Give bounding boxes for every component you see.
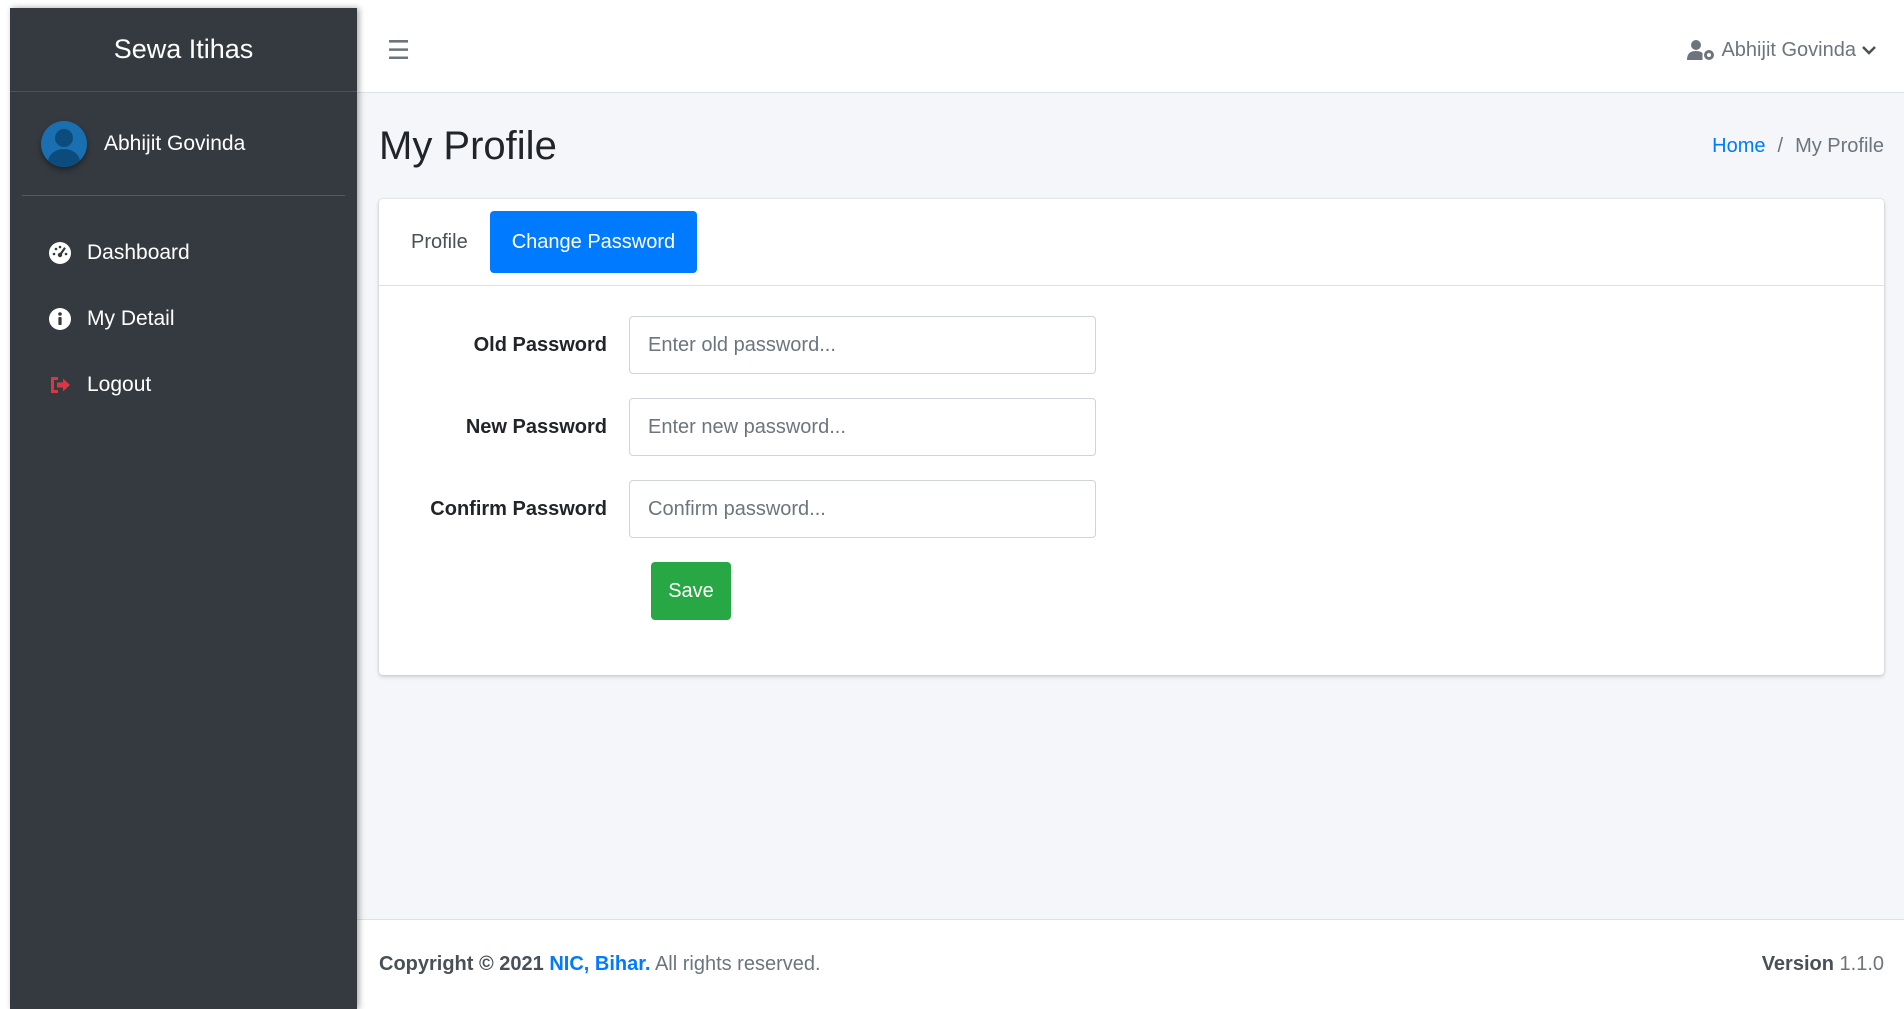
info-circle-icon xyxy=(47,306,73,332)
chevron-down-icon xyxy=(1862,42,1876,58)
confirm-password-row: Confirm Password xyxy=(379,480,1884,538)
brand-title[interactable]: Sewa Itihas xyxy=(10,8,357,92)
sidebar-item-dashboard[interactable]: Dashboard xyxy=(10,220,357,286)
sidebar-item-label: Logout xyxy=(87,373,152,396)
user-menu-dropdown[interactable]: Abhijit Govinda xyxy=(1687,39,1876,62)
confirm-password-label: Confirm Password xyxy=(430,497,607,520)
sidebar-item-my-detail[interactable]: My Detail xyxy=(10,286,357,352)
user-cog-icon xyxy=(1687,39,1717,61)
new-password-row: New Password xyxy=(379,398,1884,456)
change-password-form: Old Password New Password Confirm Passwo… xyxy=(379,286,1884,620)
sidebar: Sewa Itihas Abhijit Govinda Dashboard My… xyxy=(10,8,357,1009)
breadcrumb-separator: / xyxy=(1777,134,1784,157)
save-button[interactable]: Save xyxy=(651,562,731,620)
hamburger-icon[interactable]: ☰ xyxy=(387,35,410,66)
profile-card: Profile Change Password Old Password New… xyxy=(379,199,1884,675)
tab-change-password[interactable]: Change Password xyxy=(489,211,698,273)
breadcrumb-current: My Profile xyxy=(1795,134,1884,157)
content-header: My Profile Home / My Profile xyxy=(357,93,1904,199)
page-title: My Profile xyxy=(379,123,557,168)
sidebar-item-logout[interactable]: Logout xyxy=(10,352,357,418)
version-value: 1.1.0 xyxy=(1839,953,1884,975)
sidebar-nav: Dashboard My Detail Logout xyxy=(10,196,357,418)
new-password-input[interactable] xyxy=(629,398,1096,456)
avatar xyxy=(41,120,87,167)
topbar: ☰ Abhijit Govinda xyxy=(357,8,1904,93)
breadcrumb-home-link[interactable]: Home xyxy=(1712,135,1765,158)
old-password-input[interactable] xyxy=(629,316,1096,374)
tab-profile[interactable]: Profile xyxy=(389,211,490,273)
old-password-row: Old Password xyxy=(379,316,1884,374)
sidebar-item-label: My Detail xyxy=(87,307,175,330)
tachometer-icon xyxy=(47,240,73,266)
copyright-rights: All rights reserved. xyxy=(654,953,821,975)
new-password-label: New Password xyxy=(465,415,607,438)
breadcrumb: Home / My Profile xyxy=(1712,135,1884,158)
tab-bar: Profile Change Password xyxy=(379,199,1884,286)
copyright: Copyright © 2021 NIC, Bihar. All rights … xyxy=(379,953,821,976)
user-menu-label: Abhijit Govinda xyxy=(1721,38,1856,61)
old-password-label: Old Password xyxy=(473,333,607,356)
sign-out-icon xyxy=(47,372,73,398)
confirm-password-input[interactable] xyxy=(629,480,1096,538)
user-panel: Abhijit Govinda xyxy=(22,92,345,196)
footer: Copyright © 2021 NIC, Bihar. All rights … xyxy=(357,919,1904,1009)
sidebar-item-label: Dashboard xyxy=(87,241,190,264)
org-link[interactable]: NIC, Bihar. xyxy=(549,953,650,975)
version-label: Version xyxy=(1761,953,1834,975)
sidebar-user-name[interactable]: Abhijit Govinda xyxy=(104,132,245,156)
copyright-prefix: Copyright © 2021 xyxy=(379,953,544,975)
main-area: ☰ Abhijit Govinda My Profile Home / My P… xyxy=(357,8,1904,1009)
app-shell: Sewa Itihas Abhijit Govinda Dashboard My… xyxy=(10,8,1904,1009)
version-info: Version 1.1.0 xyxy=(1762,953,1884,976)
